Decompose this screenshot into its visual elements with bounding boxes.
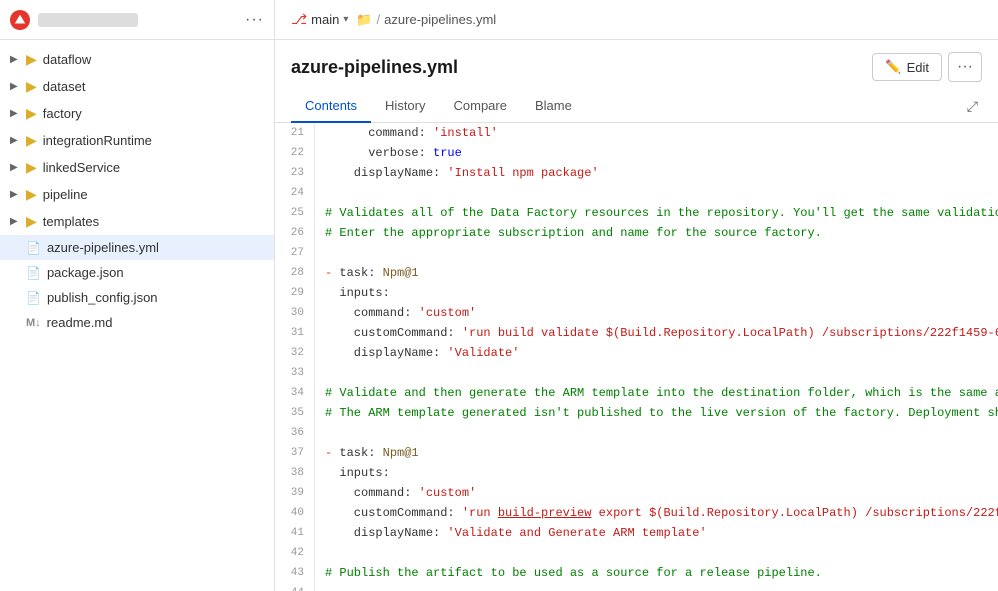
code-line: 23 displayName: 'Install npm package' — [275, 163, 998, 183]
file-icon: 📄 — [26, 241, 41, 255]
tabs-bar: Contents History Compare Blame ⤢ — [275, 90, 998, 123]
sidebar-item-label: dataset — [43, 79, 86, 94]
sidebar-item-label: linkedService — [43, 160, 120, 175]
code-line: 26 # Enter the appropriate subscription … — [275, 223, 998, 243]
code-line: 35 # The ARM template generated isn't pu… — [275, 403, 998, 423]
main-content: ⎇ main ▾ 📁 / azure-pipelines.yml azure-p… — [275, 0, 998, 591]
adf-logo-icon — [10, 10, 30, 30]
sidebar-item-linkedService[interactable]: ▶ ▶ linkedService — [0, 154, 274, 181]
code-line: 40 customCommand: 'run build-preview exp… — [275, 503, 998, 523]
tab-blame[interactable]: Blame — [521, 90, 586, 123]
expand-icon[interactable]: ⤢ — [963, 94, 982, 119]
sidebar-item-readme[interactable]: ▶ M↓ readme.md — [0, 310, 274, 335]
folder-icon: ▶ — [26, 186, 37, 203]
edit-button[interactable]: ✏️ Edit — [872, 53, 942, 81]
file-icon: 📄 — [26, 291, 41, 305]
folder-icon: ▶ — [26, 105, 37, 122]
folder-icon: ▶ — [26, 213, 37, 230]
breadcrumb-folder-icon: 📁 — [356, 12, 372, 28]
code-line: 30 command: 'custom' — [275, 303, 998, 323]
chevron-right-icon: ▶ — [10, 189, 20, 200]
sidebar-item-label: dataflow — [43, 52, 91, 67]
file-header: azure-pipelines.yml ✏️ Edit ··· — [275, 40, 998, 82]
sidebar-item-azure-pipelines[interactable]: ▶ 📄 azure-pipelines.yml — [0, 235, 274, 260]
code-line: 29 inputs: — [275, 283, 998, 303]
sidebar-item-publish-config[interactable]: ▶ 📄 publish_config.json — [0, 285, 274, 310]
sidebar-tree: ▶ ▶ dataflow ▶ ▶ dataset ▶ ▶ factory ▶ ▶… — [0, 40, 274, 591]
code-line: 37 - task: Npm@1 — [275, 443, 998, 463]
folder-icon: ▶ — [26, 159, 37, 176]
sidebar-item-dataset[interactable]: ▶ ▶ dataset — [0, 73, 274, 100]
chevron-right-icon: ▶ — [10, 54, 20, 65]
pencil-icon: ✏️ — [885, 59, 901, 75]
sidebar-item-factory[interactable]: ▶ ▶ factory — [0, 100, 274, 127]
sidebar-item-label: azure-pipelines.yml — [47, 240, 159, 255]
code-line: 36 — [275, 423, 998, 443]
sidebar: ··· ▶ ▶ dataflow ▶ ▶ dataset ▶ ▶ factory… — [0, 0, 275, 591]
edit-label: Edit — [907, 60, 929, 75]
code-line: 32 displayName: 'Validate' — [275, 343, 998, 363]
sidebar-item-templates[interactable]: ▶ ▶ templates — [0, 208, 274, 235]
breadcrumb: 📁 / azure-pipelines.yml — [356, 12, 496, 28]
repo-name — [38, 13, 138, 27]
sidebar-item-dataflow[interactable]: ▶ ▶ dataflow — [0, 46, 274, 73]
code-line: 22 verbose: true — [275, 143, 998, 163]
sidebar-item-label: factory — [43, 106, 82, 121]
sidebar-item-package[interactable]: ▶ 📄 package.json — [0, 260, 274, 285]
tab-history[interactable]: History — [371, 90, 439, 123]
sidebar-item-label: pipeline — [43, 187, 88, 202]
top-bar: ⎇ main ▾ 📁 / azure-pipelines.yml — [275, 0, 998, 40]
folder-icon: ▶ — [26, 78, 37, 95]
chevron-right-icon: ▶ — [10, 135, 20, 146]
code-line: 21 command: 'install' — [275, 123, 998, 143]
chevron-down-icon: ▾ — [343, 14, 348, 25]
chevron-right-icon: ▶ — [10, 81, 20, 92]
folder-icon: ▶ — [26, 51, 37, 68]
file-icon: 📄 — [26, 266, 41, 280]
sidebar-item-label: integrationRuntime — [43, 133, 152, 148]
sidebar-item-label: templates — [43, 214, 99, 229]
code-line: 39 command: 'custom' — [275, 483, 998, 503]
code-line: 34 # Validate and then generate the ARM … — [275, 383, 998, 403]
file-actions: ✏️ Edit ··· — [872, 52, 982, 82]
code-line: 31 customCommand: 'run build validate $(… — [275, 323, 998, 343]
code-line: 27 — [275, 243, 998, 263]
code-line: 28 - task: Npm@1 — [275, 263, 998, 283]
sidebar-item-label: package.json — [47, 265, 124, 280]
sidebar-item-label: readme.md — [47, 315, 113, 330]
file-title: azure-pipelines.yml — [291, 57, 458, 78]
sidebar-more-button[interactable]: ··· — [245, 11, 264, 29]
code-line: 41 displayName: 'Validate and Generate A… — [275, 523, 998, 543]
chevron-right-icon: ▶ — [10, 216, 20, 227]
branch-icon: ⎇ — [291, 11, 307, 28]
chevron-right-icon: ▶ — [10, 162, 20, 173]
code-line: 25 # Validates all of the Data Factory r… — [275, 203, 998, 223]
breadcrumb-separator: / — [377, 12, 381, 27]
breadcrumb-filename: azure-pipelines.yml — [384, 12, 496, 27]
sidebar-item-pipeline[interactable]: ▶ ▶ pipeline — [0, 181, 274, 208]
code-line: 43 # Publish the artifact to be used as … — [275, 563, 998, 583]
code-line: 38 inputs: — [275, 463, 998, 483]
branch-selector[interactable]: ⎇ main ▾ — [291, 11, 348, 28]
code-line: 33 — [275, 363, 998, 383]
code-line: 44 — [275, 583, 998, 591]
code-viewer[interactable]: 21 command: 'install' 22 verbose: true 2… — [275, 123, 998, 591]
code-line: 24 — [275, 183, 998, 203]
branch-name: main — [311, 12, 339, 27]
code-line: 42 — [275, 543, 998, 563]
tab-contents[interactable]: Contents — [291, 90, 371, 123]
more-options-button[interactable]: ··· — [948, 52, 982, 82]
sidebar-item-label: publish_config.json — [47, 290, 158, 305]
chevron-right-icon: ▶ — [10, 108, 20, 119]
markdown-icon: M↓ — [26, 317, 41, 329]
tab-compare[interactable]: Compare — [440, 90, 521, 123]
sidebar-header-left — [10, 10, 138, 30]
folder-icon: ▶ — [26, 132, 37, 149]
sidebar-header: ··· — [0, 0, 274, 40]
sidebar-item-integrationRuntime[interactable]: ▶ ▶ integrationRuntime — [0, 127, 274, 154]
